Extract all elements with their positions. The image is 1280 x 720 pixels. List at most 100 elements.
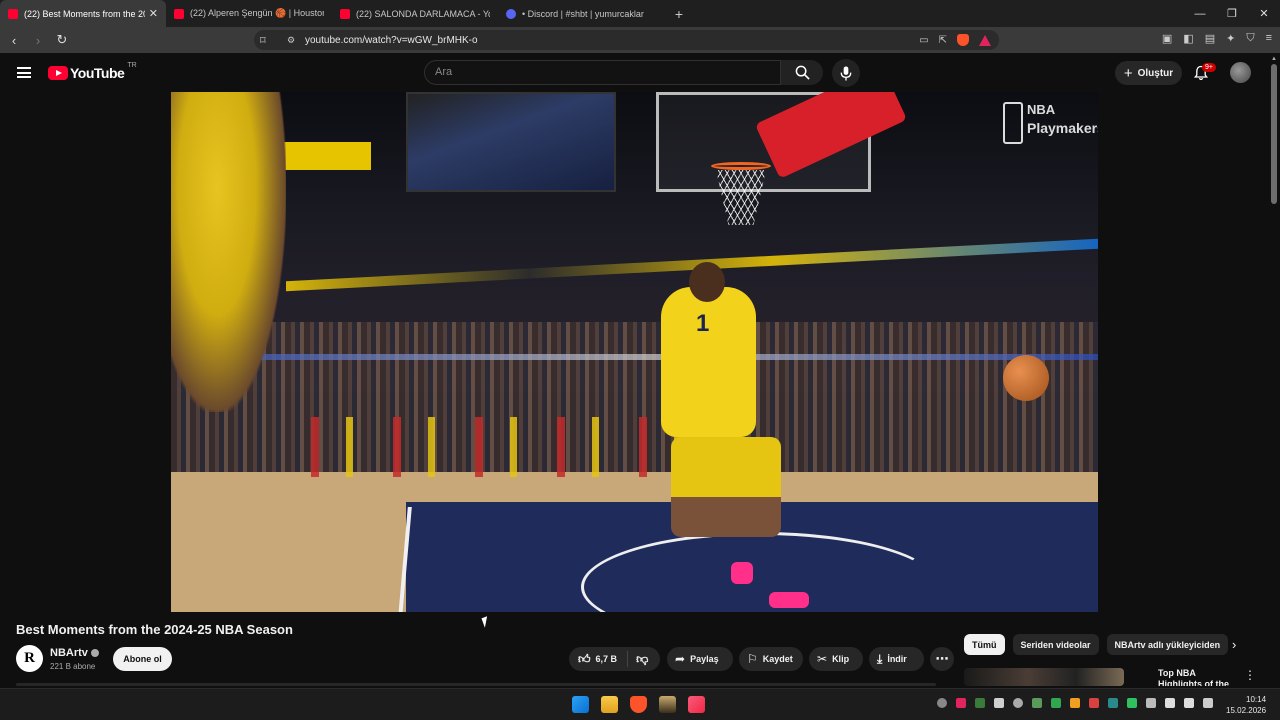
tray-app-icon[interactable]	[1051, 698, 1061, 708]
share-arrow-icon: ➦	[675, 652, 686, 666]
close-window-button[interactable]: ✕	[1248, 0, 1280, 27]
chips-next-icon[interactable]: ›	[1232, 637, 1236, 652]
search-input[interactable]	[435, 66, 765, 78]
recommended-menu-icon[interactable]: ⋮	[1244, 668, 1256, 682]
video-frame-player-left	[171, 92, 286, 412]
sidebar-icon[interactable]: ◧	[1183, 32, 1193, 45]
bookmark-icon[interactable]: ⌑	[260, 34, 266, 47]
tray-app-icon[interactable]	[1013, 698, 1023, 708]
network-icon[interactable]	[1165, 698, 1175, 708]
thumbs-up-icon: 👍︎	[578, 651, 591, 666]
tray-app-icon[interactable]	[1032, 698, 1042, 708]
wallet-icon[interactable]: ▤	[1205, 32, 1215, 45]
recommended-thumbnail[interactable]	[964, 668, 1124, 686]
volume-icon[interactable]	[1184, 698, 1194, 708]
address-bar[interactable]: ⌑ ⚙ youtube.com/watch?v=wGW_brMHK-o ▭ ⇱	[254, 30, 999, 50]
leo-ai-icon[interactable]: ✦	[1226, 32, 1235, 45]
brave-shields-icon[interactable]	[957, 34, 969, 46]
tray-app-icon[interactable]	[1070, 698, 1080, 708]
brave-rewards-icon[interactable]	[979, 34, 991, 46]
menu-icon[interactable]: ≡	[1266, 32, 1272, 45]
chip-from-series[interactable]: Seriden videolar	[1012, 634, 1099, 655]
league-of-legends-icon[interactable]	[659, 696, 676, 713]
browser-tab[interactable]: (22) Alperen Şengün 🏀 | Houston R	[166, 0, 332, 27]
chip-all[interactable]: Tümü	[964, 634, 1005, 655]
video-frame-lower-ribbon	[191, 354, 1098, 360]
create-button[interactable]: + Oluştur	[1115, 61, 1182, 85]
brave-browser-icon[interactable]	[630, 696, 647, 713]
back-icon[interactable]: ‹	[4, 30, 24, 50]
tray-app-icon[interactable]	[937, 698, 947, 708]
video-frame-far-players	[271, 417, 691, 477]
subscribe-button[interactable]: Abone ol	[113, 647, 172, 671]
taskbar-clock[interactable]: 10:14 15.02.2026	[1226, 694, 1266, 716]
page-scrollbar[interactable]: ▲	[1270, 56, 1278, 686]
share-button[interactable]: ➦ Paylaş	[667, 647, 733, 671]
video-frame-jumbotron	[406, 92, 616, 192]
close-tab-icon[interactable]: ✕	[149, 7, 158, 20]
file-explorer-icon[interactable]	[601, 696, 618, 713]
recommended-title[interactable]: Top NBA Highlights of the	[1158, 668, 1238, 686]
start-menu-icon[interactable]	[572, 696, 589, 713]
recommended-video[interactable]: Top NBA Highlights of the ⋮	[964, 668, 1264, 686]
clip-button[interactable]: ✂ Klip	[809, 647, 863, 671]
tray-app-icon[interactable]	[975, 698, 985, 708]
scrollbar-thumb[interactable]	[1271, 64, 1277, 204]
hamburger-menu-icon[interactable]	[17, 67, 31, 78]
thumbs-down-icon: 👎︎	[636, 651, 649, 666]
verified-icon	[90, 649, 99, 658]
new-tab-button[interactable]: +	[668, 0, 690, 27]
tray-app-icon[interactable]	[1127, 698, 1137, 708]
nba-logo-icon	[1003, 102, 1023, 144]
share-page-icon[interactable]: ⇱	[939, 35, 947, 46]
tray-app-icon[interactable]	[956, 698, 966, 708]
youtube-wordmark: YouTube	[70, 65, 125, 81]
youtube-logo[interactable]: YouTube TR	[48, 62, 137, 81]
tray-app-icon[interactable]	[1108, 698, 1118, 708]
vpn-icon[interactable]: ⛉	[1246, 32, 1254, 45]
tray-app-icon[interactable]	[1089, 698, 1099, 708]
browser-tab-active[interactable]: (22) Best Moments from the 2024 ✕	[0, 0, 166, 27]
microphone-tray-icon[interactable]	[1146, 698, 1156, 708]
channel-avatar[interactable]: R	[16, 645, 43, 672]
microphone-icon	[840, 65, 852, 81]
browser-extensions: ▣ ◧ ▤ ✦ ⛉ ≡	[1162, 32, 1272, 45]
video-player[interactable]: 1 NBA Playmakers	[171, 92, 1098, 612]
dislike-button[interactable]: 👎︎	[628, 652, 656, 667]
tab-title: (22) Best Moments from the 2024	[24, 8, 145, 19]
discord-icon	[506, 8, 516, 19]
reload-icon[interactable]: ↻	[52, 30, 72, 50]
scroll-up-icon[interactable]: ▲	[1270, 56, 1278, 62]
forward-icon[interactable]: ›	[28, 30, 48, 50]
description-box-edge	[16, 683, 936, 686]
recommendation-chips: Tümü Seriden videolar NBArtv adlı yükley…	[964, 634, 1229, 655]
nba-playmakers-watermark: NBA Playmakers	[1003, 102, 1098, 150]
user-avatar[interactable]	[1230, 62, 1251, 83]
youtube-header: YouTube TR + Oluştur 9+	[0, 53, 1280, 91]
like-count: 6,7 B	[595, 654, 618, 664]
chip-from-uploader[interactable]: NBArtv adlı yükleyiciden	[1106, 634, 1229, 655]
minimize-button[interactable]: —	[1184, 0, 1216, 27]
channel-name-wrap[interactable]: NBArtv	[50, 647, 99, 659]
site-info-icon[interactable]: ⚙	[287, 35, 295, 46]
tray-expand-icon[interactable]	[994, 698, 1004, 708]
youtube-icon	[174, 8, 184, 19]
apple-music-icon[interactable]	[688, 696, 705, 713]
battery-icon[interactable]	[1203, 698, 1213, 708]
like-button[interactable]: 👍︎ 6,7 B	[569, 651, 629, 667]
save-button[interactable]: ⚐ Kaydet	[739, 647, 803, 671]
search-button[interactable]	[781, 60, 823, 85]
maximize-button[interactable]: ❐	[1216, 0, 1248, 27]
wallet-icon[interactable]: ▣	[1162, 32, 1172, 45]
browser-tab[interactable]: (22) SALONDA DARLAMACA - YouTu	[332, 0, 498, 27]
video-frame-shoe	[731, 562, 753, 584]
download-button[interactable]: ⤓ İndir	[869, 647, 924, 671]
share-label: Paylaş	[690, 654, 719, 664]
more-actions-button[interactable]: ⋯	[930, 647, 954, 671]
browser-tab[interactable]: • Discord | #shbt | yumurcaklar	[498, 0, 664, 27]
voice-search-button[interactable]	[832, 59, 860, 87]
cast-icon[interactable]: ▭	[919, 35, 928, 46]
url-text[interactable]: youtube.com/watch?v=wGW_brMHK-o	[305, 35, 478, 46]
tab-title: • Discord | #shbt | yumurcaklar	[522, 8, 644, 19]
channel-name[interactable]: NBArtv	[50, 647, 88, 659]
